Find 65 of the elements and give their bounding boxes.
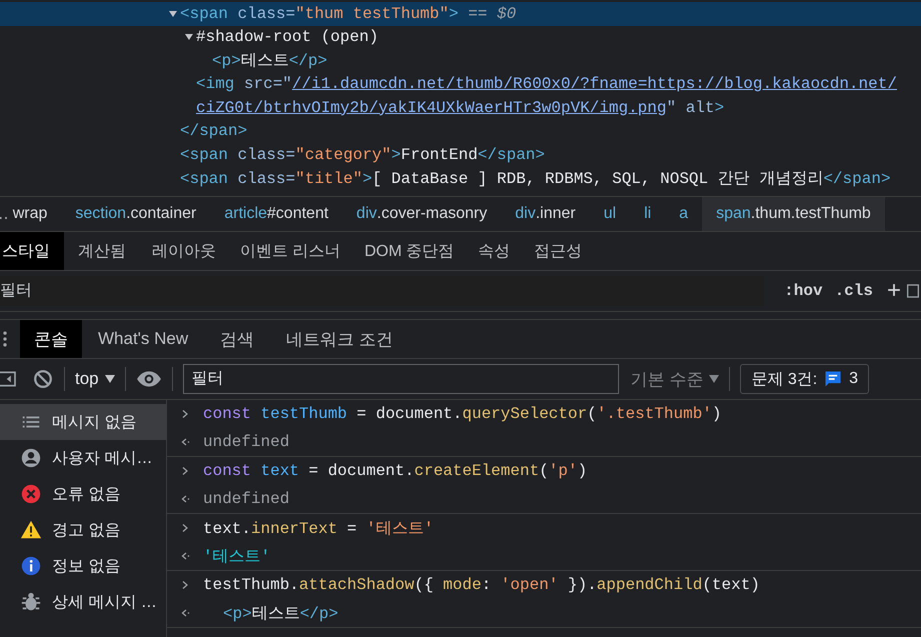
styles-tab[interactable]: 속성 — [466, 232, 522, 270]
breadcrumb-item[interactable]: div.cover-masonry — [342, 197, 502, 231]
hov-button[interactable]: :hov — [778, 282, 829, 300]
dom-closing-tag[interactable]: </span> — [180, 122, 248, 140]
return-arrow-icon — [179, 607, 191, 619]
user-icon — [20, 447, 42, 469]
caret-icon — [104, 375, 115, 383]
message-filter-item[interactable]: 상세 메시지 … — [0, 584, 166, 620]
message-filter-item[interactable]: 사용자 메시… — [0, 440, 166, 476]
message-filter-item[interactable]: 경고 없음 — [0, 512, 166, 548]
breadcrumb-item[interactable]: span.thum.testThumb — [702, 197, 885, 231]
styles-tab[interactable]: 레이아웃 — [140, 232, 228, 270]
message-filter-item[interactable]: 정보 없음 — [0, 548, 166, 584]
console-filter-field[interactable]: 필터 — [182, 364, 619, 394]
drawer-tab[interactable]: 콘솔 — [20, 320, 82, 358]
bug-icon — [20, 591, 42, 613]
console-result: <p>테스트</p> — [222, 604, 338, 624]
warning-icon — [20, 519, 42, 541]
dom-node-line[interactable]: <img src="//i1.daumcdn.net/thumb/R600x0/?fname=https://blog.kakaocdn.net/ — [196, 75, 897, 94]
drawer-tab[interactable]: What's New — [82, 320, 204, 358]
console-command: const text = document.createElement('p') — [203, 462, 588, 480]
return-arrow-icon — [179, 436, 191, 448]
console-command: testThumb.attachShadow({ mode: 'open' }).appendChild(text) — [203, 576, 760, 594]
panel-toggle-icon[interactable] — [905, 283, 921, 299]
message-icon — [823, 369, 844, 389]
breadcrumb-item[interactable]: article#content — [210, 197, 342, 231]
dom-node-line[interactable]: ciZG0t/btrhvOImy2b/yakIK4UXkWaerHTr3w0pVK/img.png" alt> — [196, 98, 724, 117]
message-filter-item[interactable]: 메시지 없음 — [0, 404, 166, 440]
breadcrumb-item[interactable]: ul — [590, 197, 630, 231]
console-command: const testThumb = document.querySelector('.testThumb') — [203, 405, 722, 423]
new-rule-button[interactable]: + — [878, 279, 905, 303]
drawer-tab[interactable]: 네트워크 조건 — [270, 320, 409, 358]
console-result: undefined — [203, 490, 290, 508]
styles-tab[interactable]: 이벤트 리스너 — [228, 232, 352, 270]
drawer-tab[interactable]: 검색 — [204, 320, 270, 358]
context-dropdown[interactable]: top — [75, 369, 115, 389]
breadcrumb-item[interactable]: a — [665, 197, 702, 231]
styles-tab[interactable]: DOM 중단점 — [352, 232, 466, 270]
info-icon — [20, 555, 42, 577]
cls-button[interactable]: .cls — [828, 282, 879, 300]
breadcrumb-item[interactable]: section.container — [61, 197, 210, 231]
dom-node-line[interactable]: <span class="title">[ DataBase ] RDB, RDBMS, SQL, NOSQL 간단 개념정리</span> — [180, 168, 891, 189]
return-arrow-icon — [179, 550, 191, 562]
styles-tab[interactable]: 스타일 — [0, 232, 64, 270]
console-command: text.innerText = '테스트' — [203, 518, 434, 538]
caret-icon — [709, 375, 720, 383]
breadcrumb-item[interactable]: wrap — [8, 197, 62, 231]
dom-node-line[interactable]: #shadow-root (open) — [196, 28, 378, 46]
expand-arrow-icon[interactable] — [168, 8, 178, 19]
breadcrumb-item[interactable]: div.inner — [501, 197, 590, 231]
styles-tab[interactable]: 계산됨 — [64, 232, 140, 270]
issues-button[interactable]: 문제 3건: 3 — [740, 364, 870, 394]
message-filter-item[interactable]: 오류 없음 — [0, 476, 166, 512]
dom-node-line[interactable]: <p>테스트</p> — [212, 50, 328, 72]
dom-node-line[interactable]: <span class="category">FrontEnd</span> — [180, 146, 545, 164]
error-icon — [20, 483, 42, 505]
clear-console-icon[interactable] — [32, 368, 54, 390]
breadcrumb-item[interactable]: li — [630, 197, 666, 231]
styles-filter-field[interactable]: 필터 — [0, 276, 764, 306]
breadcrumb-overflow[interactable]: ‥ — [0, 197, 9, 231]
return-arrow-icon — [179, 493, 191, 505]
console-result: undefined — [203, 433, 290, 451]
console-result: '테스트' — [203, 546, 270, 566]
expand-arrow-icon[interactable] — [184, 32, 194, 42]
styles-tab[interactable]: 접근성 — [522, 232, 594, 270]
